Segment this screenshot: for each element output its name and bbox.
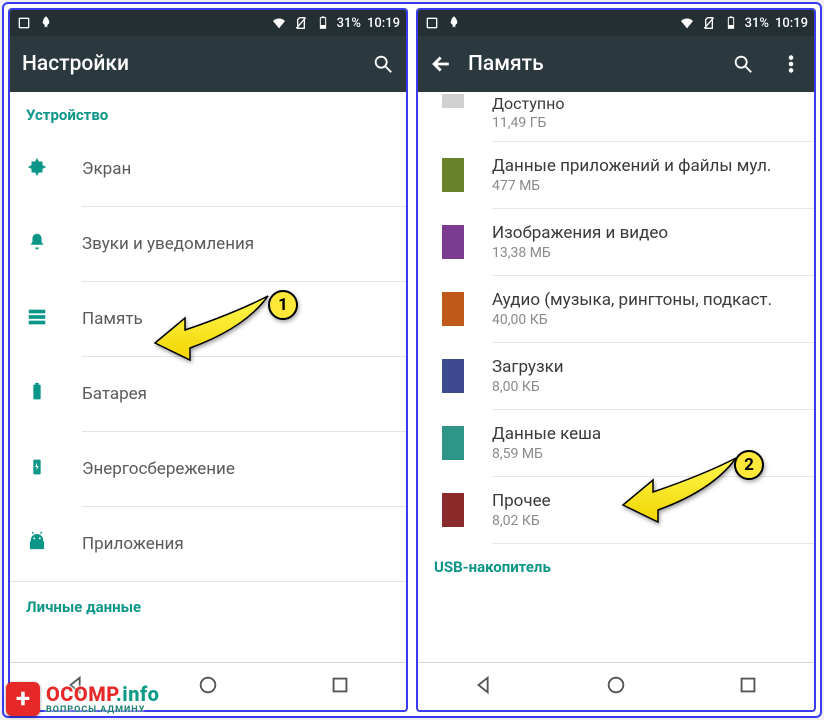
no-sim-icon <box>701 15 717 31</box>
battery-percent: 31% <box>337 16 361 31</box>
nav-bar <box>10 662 406 710</box>
storage-item-title: Доступно <box>492 94 564 113</box>
settings-item-label: Батарея <box>82 384 147 404</box>
storage-icon <box>26 306 48 332</box>
settings-item-label: Звуки и уведомления <box>82 234 254 254</box>
storage-item-size: 8,00 КБ <box>492 379 564 395</box>
app-bar: Память <box>418 36 814 92</box>
nav-back-icon[interactable] <box>65 674 87 700</box>
storage-item-title: Загрузки <box>492 357 564 377</box>
clock: 10:19 <box>775 16 808 31</box>
no-sim-icon <box>293 15 309 31</box>
color-chip <box>442 493 464 527</box>
storage-category[interactable]: Изображения и видео 13,38 МБ <box>418 209 814 275</box>
storage-category[interactable]: Прочее 8,02 КБ <box>418 477 814 543</box>
app-bar: Настройки <box>10 36 406 92</box>
battery-icon <box>723 15 739 31</box>
storage-item-title: Аудио (музыка, рингтоны, подкаст. <box>492 290 772 310</box>
android-icon <box>26 531 48 557</box>
overflow-menu-icon[interactable] <box>780 53 802 75</box>
wifi-icon <box>679 15 695 31</box>
storage-item-title: Данные приложений и файлы мул. <box>492 156 771 176</box>
settings-item-apps[interactable]: Приложения <box>10 507 406 581</box>
search-icon[interactable] <box>732 53 754 75</box>
status-bar: 31% 10:19 <box>10 10 406 36</box>
section-header-device: Устройство <box>10 92 406 132</box>
nav-recent-icon[interactable] <box>737 674 759 700</box>
phone-settings: 31% 10:19 Настройки Устройство Экран Зву… <box>8 8 408 712</box>
rocket-icon <box>38 15 54 31</box>
settings-item-display[interactable]: Экран <box>10 132 406 206</box>
section-header-usb: USB-накопитель <box>418 544 814 576</box>
settings-item-label: Экран <box>82 159 131 179</box>
back-icon[interactable] <box>430 53 452 75</box>
battery-icon <box>315 15 331 31</box>
page-title: Память <box>468 52 716 76</box>
color-chip <box>442 225 464 259</box>
color-chip <box>442 292 464 326</box>
settings-item-power-saving[interactable]: Энергосбережение <box>10 432 406 506</box>
screenshot-icon <box>424 15 440 31</box>
settings-item-battery[interactable]: Батарея <box>10 357 406 431</box>
bell-icon <box>26 231 48 257</box>
storage-item-title: Изображения и видео <box>492 223 668 243</box>
nav-back-icon[interactable] <box>473 674 495 700</box>
section-header-personal: Личные данные <box>10 582 406 624</box>
storage-item-size: 8,02 КБ <box>492 513 551 529</box>
status-bar: 31% 10:19 <box>418 10 814 36</box>
storage-item-size: 477 МБ <box>492 178 771 194</box>
storage-available[interactable]: Доступно 11,49 ГБ <box>418 92 814 141</box>
nav-home-icon[interactable] <box>605 674 627 700</box>
battery-percent: 31% <box>745 16 769 31</box>
rocket-icon <box>446 15 462 31</box>
clock: 10:19 <box>367 16 400 31</box>
storage-category[interactable]: Данные приложений и файлы мул. 477 МБ <box>418 142 814 208</box>
phone-storage: 31% 10:19 Память Доступно 11,49 ГБ Данны… <box>416 8 816 712</box>
storage-item-size: 40,00 КБ <box>492 312 772 328</box>
storage-item-title: Прочее <box>492 491 551 511</box>
settings-item-sound[interactable]: Звуки и уведомления <box>10 207 406 281</box>
color-chip <box>442 426 464 460</box>
wifi-icon <box>271 15 287 31</box>
storage-category[interactable]: Загрузки 8,00 КБ <box>418 343 814 409</box>
storage-category[interactable]: Данные кеша 8,59 МБ <box>418 410 814 476</box>
storage-item-title: Данные кеша <box>492 424 601 444</box>
page-title: Настройки <box>22 52 356 76</box>
nav-recent-icon[interactable] <box>329 674 351 700</box>
storage-category[interactable]: Аудио (музыка, рингтоны, подкаст. 40,00 К… <box>418 276 814 342</box>
brightness-icon <box>26 156 48 182</box>
screenshot-icon <box>16 15 32 31</box>
nav-home-icon[interactable] <box>197 674 219 700</box>
battery-icon <box>26 381 48 407</box>
color-chip <box>442 359 464 393</box>
color-chip <box>442 158 464 192</box>
settings-item-label: Приложения <box>82 534 184 554</box>
storage-item-size: 8,59 МБ <box>492 446 601 462</box>
storage-item-size: 13,38 МБ <box>492 245 668 261</box>
storage-item-size: 11,49 ГБ <box>492 115 564 131</box>
nav-bar <box>418 662 814 710</box>
settings-item-storage[interactable]: Память <box>10 282 406 356</box>
search-icon[interactable] <box>372 53 394 75</box>
settings-item-label: Память <box>82 309 143 329</box>
power-saving-icon <box>26 456 48 482</box>
settings-item-label: Энергосбережение <box>82 459 235 479</box>
